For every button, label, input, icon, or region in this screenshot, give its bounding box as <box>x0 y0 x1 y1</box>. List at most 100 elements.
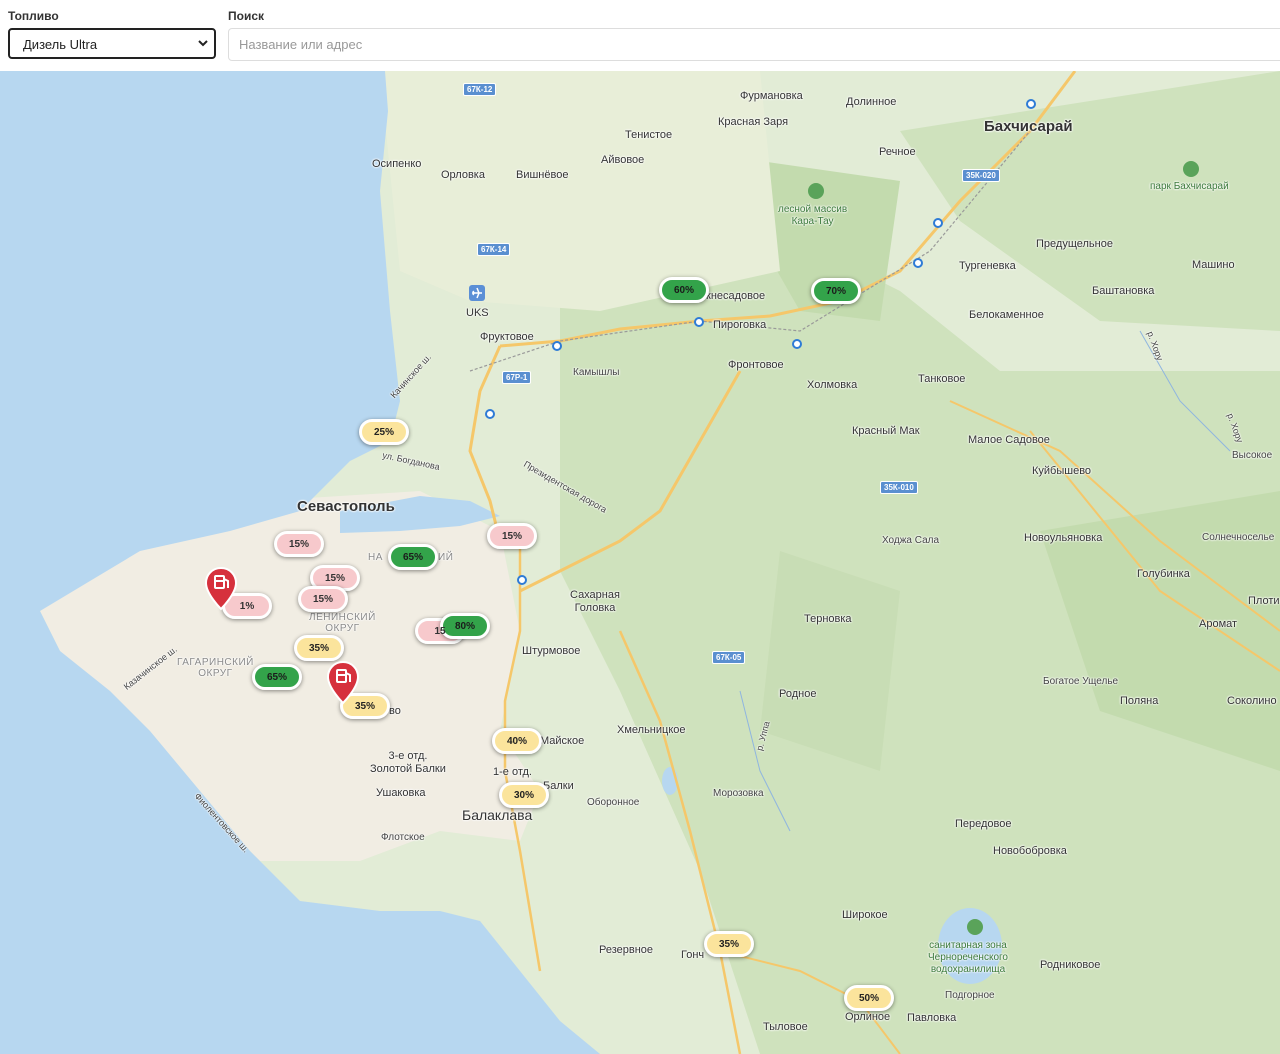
place-label: Айвовое <box>601 154 645 166</box>
place-label: Широкое <box>842 909 888 921</box>
fuel-station-badge[interactable]: 35% <box>704 931 754 957</box>
place-label: Осипенко <box>372 158 422 170</box>
fuel-select[interactable]: Дизель Ultra <box>8 28 216 59</box>
place-label: 3-е отд. Золотой Балки <box>370 750 446 775</box>
place-label: лесной массив Кара-Тау <box>778 204 848 227</box>
place-label: Балаклава <box>462 807 533 823</box>
place-label: Соколино <box>1227 695 1277 707</box>
fuel-station-badge[interactable]: 15% <box>274 531 324 557</box>
fuel-station-badge[interactable]: 15% <box>487 523 537 549</box>
fuel-station-badge[interactable]: 30% <box>499 782 549 808</box>
place-label: во <box>389 705 401 717</box>
place-label: Красный Мак <box>852 425 920 437</box>
place-label: Фурмановка <box>740 90 803 102</box>
fuel-select-value: Дизель Ultra <box>23 37 98 52</box>
park-icon <box>1183 161 1199 177</box>
place-label: Машино <box>1192 259 1235 271</box>
place-label: Пироговка <box>713 319 767 331</box>
place-label: Высокое <box>1232 450 1273 461</box>
transit-stop-icon <box>933 218 943 228</box>
transit-stop-icon <box>1026 99 1036 109</box>
place-label: Вишнёвое <box>516 169 569 181</box>
place-label: Фруктовое <box>480 331 534 343</box>
place-label: Передовое <box>955 818 1012 830</box>
place-label: Морозовка <box>713 788 764 799</box>
filter-bar: Топливо Дизель Ultra Поиск <box>0 0 1280 71</box>
place-label: Голубинка <box>1137 568 1190 580</box>
fuel-station-badge[interactable]: 50% <box>844 985 894 1011</box>
place-label: Ушаковка <box>376 787 426 799</box>
park-icon <box>808 183 824 199</box>
place-label: Холмовка <box>807 379 858 391</box>
district-label: ИЙ <box>438 552 454 563</box>
place-label: Красная Заря <box>718 116 789 128</box>
place-label: Гонч <box>681 949 705 961</box>
place-label: 1-е отд. <box>493 766 532 778</box>
search-input[interactable] <box>229 29 1280 60</box>
route-shield: 35К-020 <box>962 169 1000 182</box>
place-label: Тургеневка <box>959 260 1016 272</box>
place-label: Плоти <box>1248 595 1280 607</box>
place-label: Бахчисарай <box>984 118 1073 135</box>
route-shield: 67К-14 <box>477 243 511 256</box>
place-label: кнесадовое <box>706 290 766 302</box>
place-label: Танковое <box>918 373 966 385</box>
place-label: Предущельное <box>1036 238 1113 250</box>
place-label: санитарная зона Чернореченского водохран… <box>928 940 1008 975</box>
place-label: UKS <box>466 307 489 319</box>
place-label: Тенистое <box>625 129 673 141</box>
place-label: Поляна <box>1120 695 1159 707</box>
place-label: Малое Садовое <box>968 434 1050 446</box>
map-base <box>0 71 1280 1054</box>
place-label: Фронтовое <box>728 359 784 371</box>
fuel-station-badge[interactable]: 25% <box>359 419 409 445</box>
place-label: Терновка <box>804 613 852 625</box>
airport-icon <box>469 285 485 301</box>
fuel-label: Топливо <box>8 9 59 23</box>
place-label: Сахарная Головка <box>570 589 620 614</box>
place-label: Долинное <box>846 96 897 108</box>
place-label: Майское <box>540 735 585 747</box>
place-label: Солнечноселье <box>1202 532 1275 543</box>
place-label: Новоульяновка <box>1024 532 1103 544</box>
district-label: НА <box>368 552 383 563</box>
search-label: Поиск <box>228 9 265 23</box>
transit-stop-icon <box>913 258 923 268</box>
transit-stop-icon <box>517 575 527 585</box>
fuel-station-badge[interactable]: 60% <box>659 277 709 303</box>
place-label: Белокаменное <box>969 309 1044 321</box>
district-label: ГАГАРИНСКИЙ ОКРУГ <box>177 657 254 679</box>
place-label: Флотское <box>381 832 425 843</box>
fuel-station-badge[interactable]: 35% <box>294 635 344 661</box>
place-label: Павловка <box>907 1012 957 1024</box>
place-label: Родниковое <box>1040 959 1101 971</box>
place-label: Орловка <box>441 169 485 181</box>
place-label: Резервное <box>599 944 654 956</box>
place-label: Орлиное <box>845 1011 891 1023</box>
fuel-station-badge[interactable]: 65% <box>388 544 438 570</box>
fuel-station-badge[interactable]: 15% <box>298 586 348 612</box>
map-view[interactable]: 67К-12 67К-14 67Р-1 35К-020 35К-010 67К-… <box>0 71 1280 1054</box>
place-label: Новобобровка <box>993 845 1067 857</box>
place-label: Ходжа Сала <box>882 535 940 546</box>
place-label: Севастополь <box>297 498 395 515</box>
fuel-station-badge[interactable]: 40% <box>492 728 542 754</box>
transit-stop-icon <box>792 339 802 349</box>
fuel-station-badge[interactable]: 65% <box>252 664 302 690</box>
fuel-station-badge[interactable]: 70% <box>811 278 861 304</box>
fuel-station-badge[interactable]: 80% <box>440 613 490 639</box>
transit-stop-icon <box>485 409 495 419</box>
fuel-station-pin-icon[interactable] <box>204 567 238 611</box>
place-label: Штурмовое <box>522 645 581 657</box>
search-field[interactable] <box>228 28 1280 61</box>
place-label: Речное <box>879 146 916 158</box>
place-label: Куйбышево <box>1032 465 1092 477</box>
place-label: Богатое Ущелье <box>1043 676 1119 687</box>
place-label: Баштановка <box>1092 285 1155 297</box>
park-icon <box>967 919 983 935</box>
place-label: Хмельницкое <box>617 724 686 736</box>
route-shield: 67К-05 <box>712 651 746 664</box>
route-shield: 35К-010 <box>880 481 918 494</box>
route-shield: 67К-12 <box>463 83 497 96</box>
fuel-station-pin-icon[interactable] <box>326 661 360 705</box>
